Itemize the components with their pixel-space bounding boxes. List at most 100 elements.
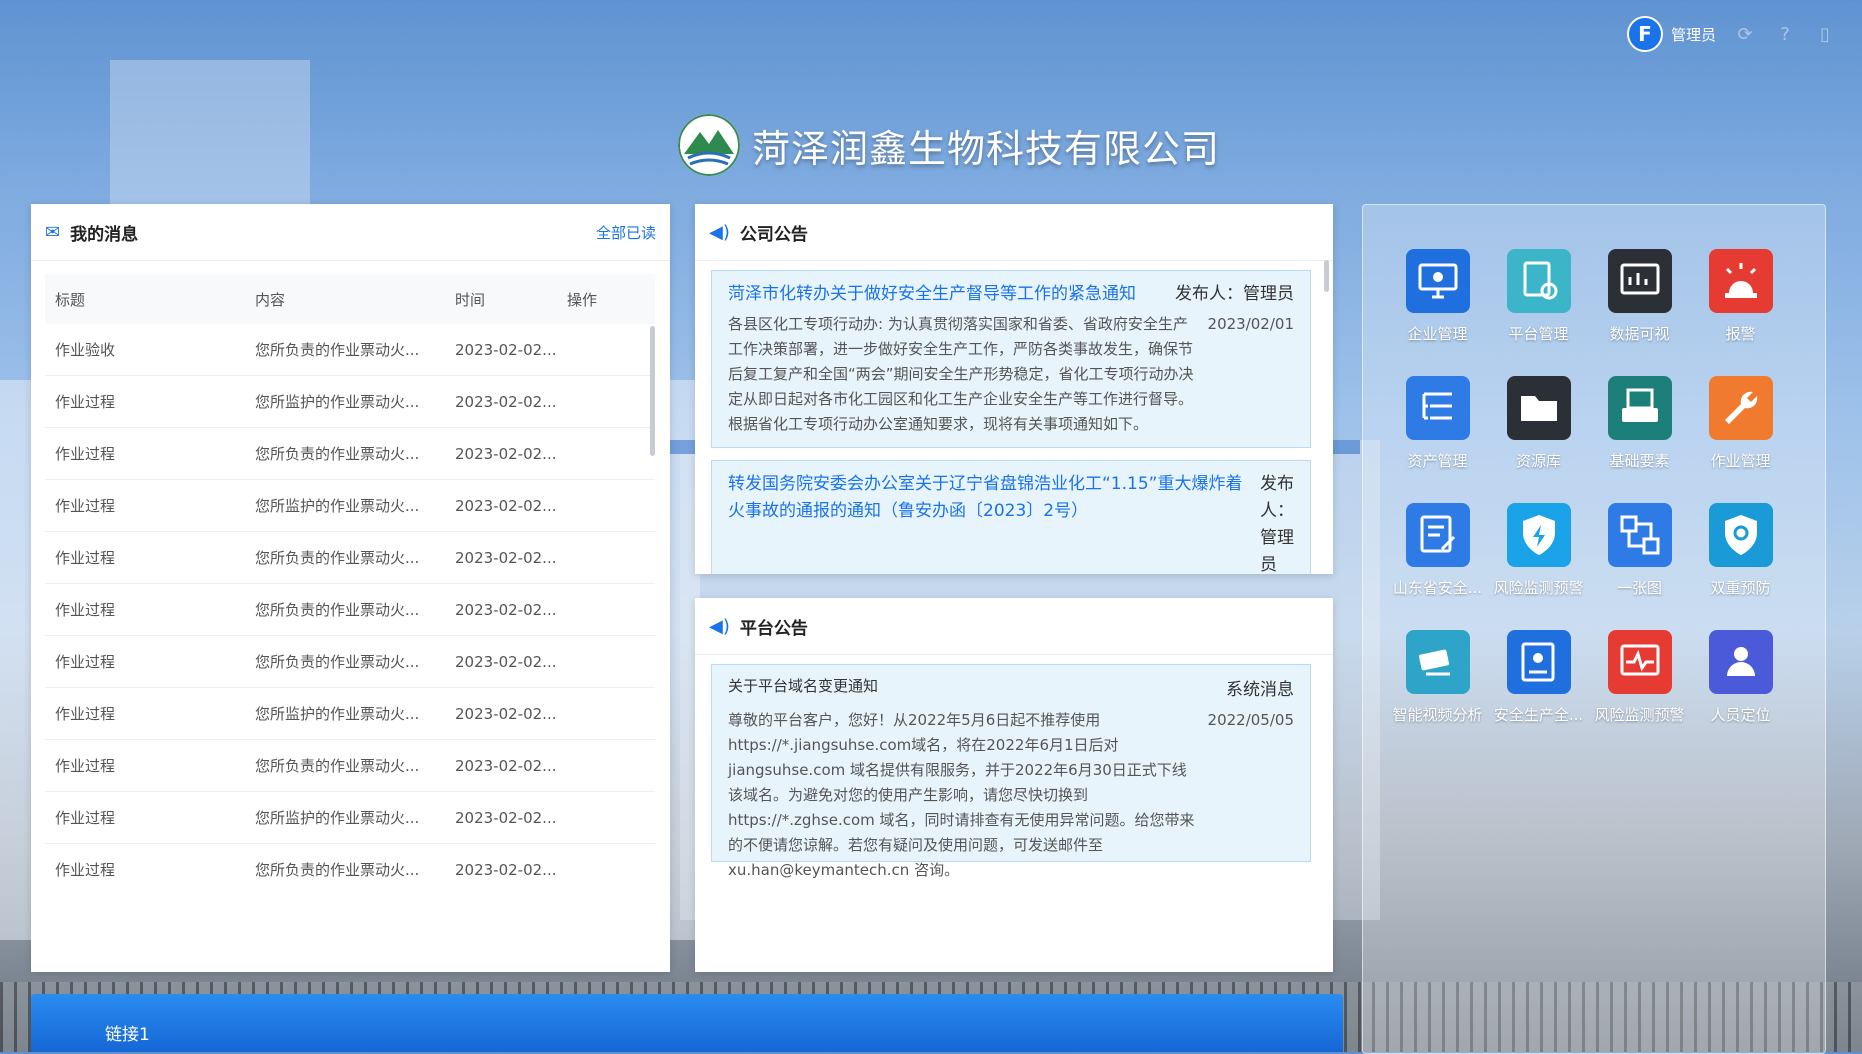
brand-header: 菏泽润鑫生物科技有限公司 [678, 114, 1220, 176]
table-row[interactable]: 作业过程 您所负责的作业票动火... 2023-02-02... [45, 584, 655, 636]
table-row[interactable]: 作业验收 您所负责的作业票动火... 2023-02-02... [45, 324, 655, 376]
notice-card[interactable]: 关于平台域名变更通知 系统消息 尊敬的平台客户，您好！从2022年5月6日起不推… [711, 664, 1311, 879]
app-label: 双重预防 [1710, 579, 1771, 597]
cell-time: 2023-02-02... [455, 600, 557, 619]
pulse-monitor-icon [1607, 630, 1672, 694]
cell-time: 2023-02-02... [455, 652, 557, 671]
notice-card[interactable]: 菏泽市化转办关于做好安全生产督导等工作的紧急通知 发布人：管理员 各县区化工专项… [711, 270, 1311, 448]
cell-time: 2023-02-02... [455, 340, 557, 359]
folder-icon [1506, 376, 1571, 440]
doc-person-icon [1506, 630, 1571, 694]
app-label: 智能视频分析 [1392, 706, 1483, 724]
scrollbar[interactable] [650, 326, 655, 456]
platform-notices-panel: ◀) 平台公告 关于平台域名变更通知 系统消息 尊敬的平台客户，您好！从2022… [695, 598, 1333, 972]
company-notice-list: 菏泽市化转办关于做好安全生产督导等工作的紧急通知 发布人：管理员 各县区化工专项… [711, 270, 1311, 574]
app-tile[interactable]: 报警 [1690, 249, 1791, 344]
notice-content: 各县区化工专项行动办: 为认真贯彻落实国家和省委、省政府安全生产工作决策部署，进… [728, 315, 1194, 433]
cell-title: 作业过程 [55, 497, 116, 515]
app-label: 数据可视 [1609, 325, 1670, 343]
help-icon[interactable]: ? [1774, 23, 1796, 45]
column-header-title: 标题 [55, 290, 86, 309]
speaker-icon: ◀) [709, 615, 730, 637]
shield-search-icon [1708, 503, 1773, 567]
cell-content: 您所监护的作业票动火... [255, 705, 420, 723]
table-row[interactable]: 作业过程 您所监护的作业票动火... 2023-02-02... [45, 792, 655, 844]
links-bar: 链接1 [31, 994, 1343, 1052]
notice-title[interactable]: 菏泽市化转办关于做好安全生产督导等工作的紧急通知 [728, 281, 1136, 308]
table-body[interactable]: 作业验收 您所负责的作业票动火... 2023-02-02... 作业过程 您所监护的作… [45, 324, 655, 894]
table-row[interactable]: 作业过程 您所负责的作业票动火... 2023-02-02... [45, 636, 655, 688]
app-tile[interactable]: 山东省安全... [1387, 503, 1488, 598]
flow-map-icon [1607, 503, 1672, 567]
app-tile[interactable]: 数据可视 [1589, 249, 1690, 344]
cell-title: 作业过程 [55, 861, 116, 879]
mark-all-read-link[interactable]: 全部已读 [596, 222, 656, 243]
table-row[interactable]: 作业过程 您所负责的作业票动火... 2023-02-02... [45, 428, 655, 480]
table-row[interactable]: 作业过程 您所监护的作业票动火... 2023-02-02... [45, 688, 655, 740]
notice-title[interactable]: 关于平台域名变更通知 [728, 675, 878, 696]
app-tile[interactable]: 双重预防 [1690, 503, 1791, 598]
panel-header: ◀) 平台公告 [695, 598, 1333, 655]
cell-time: 2023-02-02... [455, 756, 557, 775]
app-launcher-panel: 企业管理 平台管理 数据可视 报警资产管理 资源库 基础要素 作业管理山东省安全... 风险监… [1362, 204, 1826, 1054]
panel-title: 我的消息 [70, 224, 139, 245]
app-tile[interactable]: 风险监测预警 [1488, 503, 1589, 598]
cell-title: 作业过程 [55, 757, 116, 775]
company-title: 菏泽润鑫生物科技有限公司 [752, 126, 1221, 171]
cell-time: 2023-02-02... [455, 444, 557, 463]
app-tile[interactable]: 一张图 [1589, 503, 1690, 598]
app-tile[interactable]: 企业管理 [1387, 249, 1488, 344]
table-row[interactable]: 作业过程 您所负责的作业票动火... 2023-02-02... [45, 740, 655, 792]
user-menu[interactable]: F 管理员 [1626, 16, 1716, 52]
app-tile[interactable]: 人员定位 [1690, 630, 1791, 725]
app-label: 一张图 [1616, 579, 1662, 597]
app-tile[interactable]: 基础要素 [1589, 376, 1690, 471]
table-row[interactable]: 作业过程 您所负责的作业票动火... 2023-02-02... [45, 532, 655, 584]
table-row[interactable]: 作业过程 您所监护的作业票动火... 2023-02-02... [45, 480, 655, 532]
app-label: 山东省安全... [1392, 579, 1483, 597]
cell-title: 作业过程 [55, 549, 116, 567]
refresh-icon[interactable]: ⟳ [1734, 23, 1756, 45]
app-tile[interactable]: 安全生产全... [1488, 630, 1589, 725]
app-label: 资产管理 [1407, 452, 1468, 470]
edit-doc-icon [1405, 503, 1470, 567]
app-tile[interactable]: 资产管理 [1387, 376, 1488, 471]
cell-title: 作业过程 [55, 393, 116, 411]
cell-content: 您所负责的作业票动火... [255, 341, 420, 359]
app-label: 企业管理 [1407, 325, 1468, 343]
app-label: 人员定位 [1710, 706, 1771, 724]
notice-content: 尊敬的平台客户，您好！从2022年5月6日起不推荐使用https://*.jia… [728, 711, 1195, 879]
link-1[interactable]: 链接1 [105, 1020, 150, 1045]
cell-title: 作业验收 [55, 341, 116, 359]
fullscreen-icon[interactable]: ▯ [1814, 23, 1836, 45]
cell-time: 2023-02-02... [455, 392, 557, 411]
notice-card[interactable]: 转发国务院安委会办公室关于辽宁省盘锦浩业化工“1.15”重大爆炸着火事故的通报的… [711, 460, 1311, 574]
table-header: 标题 内容 时间 操作 [45, 274, 655, 324]
app-label: 资源库 [1515, 452, 1561, 470]
camera-icon [1405, 630, 1470, 694]
column-header-time: 时间 [455, 290, 486, 309]
cell-title: 作业过程 [55, 653, 116, 671]
document-gear-icon [1506, 249, 1571, 313]
panel-title: 公司公告 [739, 224, 808, 245]
table-row[interactable]: 作业过程 您所监护的作业票动火... 2023-02-02... [45, 376, 655, 428]
app-label: 风险监测预警 [1493, 579, 1584, 597]
column-header-content: 内容 [255, 290, 286, 309]
app-label: 安全生产全... [1493, 706, 1584, 724]
user-name: 管理员 [1670, 25, 1716, 44]
app-label: 报警 [1725, 325, 1756, 343]
app-tile[interactable]: 智能视频分析 [1387, 630, 1488, 725]
notice-publisher: 发布人：管理员 [1260, 474, 1294, 574]
cell-time: 2023-02-02... [455, 860, 557, 879]
app-tile[interactable]: 作业管理 [1690, 376, 1791, 471]
app-tile[interactable]: 资源库 [1488, 376, 1589, 471]
app-tile[interactable]: 平台管理 [1488, 249, 1589, 344]
notice-tag: 系统消息 [1226, 680, 1294, 700]
company-notices-panel: ◀) 公司公告 菏泽市化转办关于做好安全生产督导等工作的紧急通知 发布人：管理员… [695, 204, 1333, 574]
column-header-action: 操作 [567, 290, 598, 309]
cell-content: 您所负责的作业票动火... [255, 549, 420, 567]
avatar: F [1626, 16, 1663, 52]
table-row[interactable]: 作业过程 您所负责的作业票动火... 2023-02-02... [45, 844, 655, 894]
notice-title[interactable]: 转发国务院安委会办公室关于辽宁省盘锦浩业化工“1.15”重大爆炸着火事故的通报的… [728, 471, 1254, 525]
app-tile[interactable]: 风险监测预警 [1589, 630, 1690, 725]
